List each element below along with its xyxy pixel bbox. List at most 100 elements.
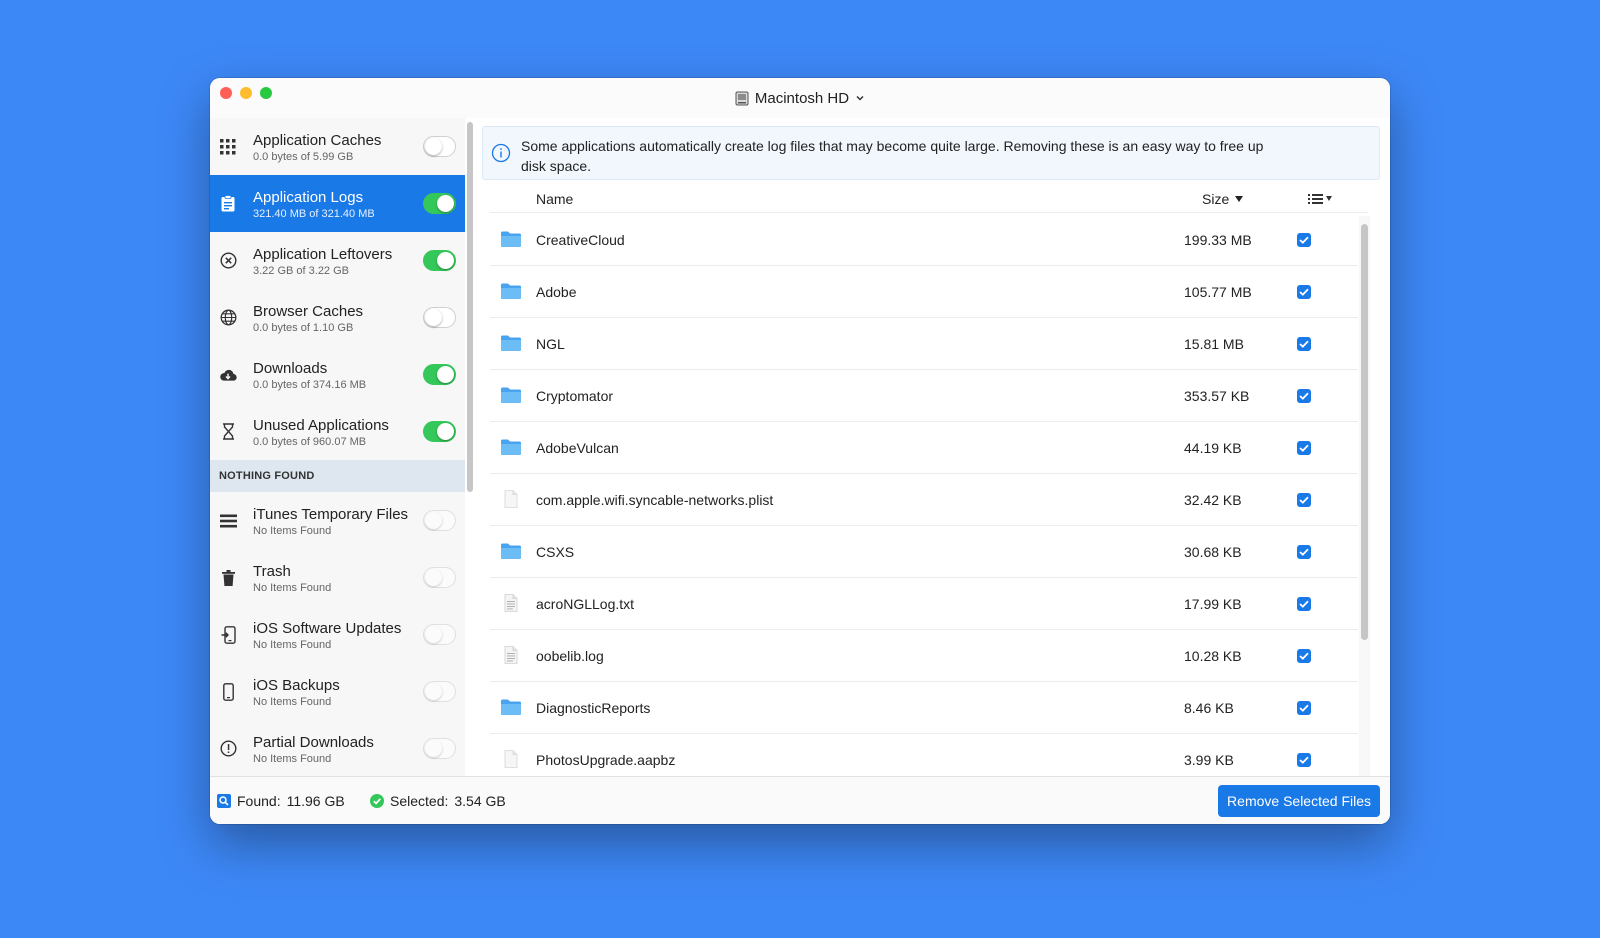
- file-checkbox[interactable]: [1297, 233, 1311, 247]
- toggle-switch[interactable]: [423, 193, 456, 214]
- file-checkbox[interactable]: [1297, 545, 1311, 559]
- sidebar-item-application-logs[interactable]: Application Logs 321.40 MB of 321.40 MB: [210, 175, 465, 232]
- file-checkbox[interactable]: [1297, 285, 1311, 299]
- table-row[interactable]: Adobe 105.77 MB: [490, 266, 1358, 318]
- table-row[interactable]: DiagnosticReports 8.46 KB: [490, 682, 1358, 734]
- clipboard-icon: [219, 195, 237, 213]
- sidebar-item-application-caches[interactable]: Application Caches 0.0 bytes of 5.99 GB: [210, 118, 465, 175]
- toggle-knob: [425, 740, 442, 757]
- table-row[interactable]: acroNGLLog.txt 17.99 KB: [490, 578, 1358, 630]
- view-options-button[interactable]: [1308, 193, 1332, 205]
- info-banner: Some applications automatically create l…: [482, 126, 1380, 180]
- document-icon: [500, 490, 522, 508]
- sidebar-item-unused-applications[interactable]: Unused Applications 0.0 bytes of 960.07 M…: [210, 403, 465, 460]
- sidebar-item-ios-backups[interactable]: iOS Backups No Items Found: [210, 663, 465, 720]
- disk-selector[interactable]: Macintosh HD: [735, 90, 865, 107]
- footer-bar: Found: 11.96 GB Selected: 3.54 GB Remove…: [210, 776, 1390, 824]
- sidebar-item-browser-caches[interactable]: Browser Caches 0.0 bytes of 1.10 GB: [210, 289, 465, 346]
- checkmark-icon: [1299, 600, 1309, 608]
- app-window: Macintosh HD Application Caches 0.0 bytes…: [210, 78, 1390, 824]
- file-name: Cryptomator: [536, 387, 614, 404]
- hourglass-icon: [219, 423, 237, 441]
- toggle-knob: [437, 195, 454, 212]
- phone-icon: [219, 682, 237, 701]
- toggle-switch: [423, 681, 456, 702]
- file-checkbox[interactable]: [1297, 597, 1311, 611]
- checkmark-icon: [1299, 444, 1309, 452]
- selected-label: Selected:: [390, 792, 449, 809]
- list-icon: [219, 512, 237, 530]
- file-size: 199.33 MB: [1184, 231, 1252, 248]
- file-name: AdobeVulcan: [536, 439, 619, 456]
- checkmark-icon: [1299, 704, 1309, 712]
- main-panel: Some applications automatically create l…: [476, 118, 1390, 786]
- checkmark-icon: [1299, 496, 1309, 504]
- toggle-switch[interactable]: [423, 364, 456, 385]
- sidebar-scrollbar[interactable]: [467, 122, 473, 492]
- file-size: 10.28 KB: [1184, 647, 1242, 664]
- file-name: acroNGLLog.txt: [536, 595, 635, 612]
- table-header: Name Size: [490, 185, 1368, 213]
- file-checkbox[interactable]: [1297, 337, 1311, 351]
- toggle-switch[interactable]: [423, 136, 456, 157]
- info-text-line1: Some applications automatically create l…: [521, 138, 1264, 154]
- file-checkbox[interactable]: [1297, 701, 1311, 715]
- text-document-icon: [500, 646, 522, 664]
- info-text: Some applications automatically create l…: [521, 136, 1263, 176]
- table-row[interactable]: oobelib.log 10.28 KB: [490, 630, 1358, 682]
- toggle-knob: [425, 569, 442, 586]
- file-checkbox[interactable]: [1297, 389, 1311, 403]
- checkmark-icon: [1299, 392, 1309, 400]
- file-name: CSXS: [536, 543, 575, 560]
- sidebar-item-application-leftovers[interactable]: Application Leftovers 3.22 GB of 3.22 GB: [210, 232, 465, 289]
- column-size-header[interactable]: Size: [1202, 190, 1244, 207]
- table-row[interactable]: com.apple.wifi.syncable-networks.plist 32…: [490, 474, 1358, 526]
- file-name: PhotosUpgrade.aapbz: [536, 751, 676, 768]
- toggle-switch: [423, 510, 456, 531]
- folder-icon: [500, 542, 522, 560]
- table-row[interactable]: AdobeVulcan 44.19 KB: [490, 422, 1358, 474]
- search-box-icon: [217, 793, 231, 808]
- table-row[interactable]: NGL 15.81 MB: [490, 318, 1358, 370]
- sidebar-item-itunes-temporary-files[interactable]: iTunes Temporary Files No Items Found: [210, 492, 465, 549]
- checkmark-icon: [1299, 548, 1309, 556]
- remove-selected-files-button[interactable]: Remove Selected Files: [1218, 785, 1380, 817]
- file-list-scrollbar[interactable]: [1361, 224, 1368, 640]
- table-row[interactable]: CreativeCloud 199.33 MB: [490, 214, 1358, 266]
- toggle-knob: [425, 683, 442, 700]
- folder-icon: [500, 334, 522, 352]
- selected-stat: Selected: 3.54 GB: [370, 793, 506, 809]
- file-checkbox[interactable]: [1297, 753, 1311, 767]
- caret-down-icon: [1326, 196, 1332, 201]
- sidebar-item-downloads[interactable]: Downloads 0.0 bytes of 374.16 MB: [210, 346, 465, 403]
- close-button[interactable]: [220, 87, 232, 99]
- toggle-switch[interactable]: [423, 421, 456, 442]
- file-size: 353.57 KB: [1184, 387, 1250, 404]
- minimize-button[interactable]: [240, 87, 252, 99]
- file-name: Adobe: [536, 283, 577, 300]
- sidebar-item-ios-software-updates[interactable]: iOS Software Updates No Items Found: [210, 606, 465, 663]
- table-row[interactable]: CSXS 30.68 KB: [490, 526, 1358, 578]
- info-icon: [491, 143, 511, 163]
- checkmark-icon: [1299, 652, 1309, 660]
- file-checkbox[interactable]: [1297, 441, 1311, 455]
- exclamation-circle-icon: [219, 740, 237, 758]
- file-size: 15.81 MB: [1184, 335, 1244, 352]
- file-size: 30.68 KB: [1184, 543, 1242, 560]
- section-header-nothing-found: NOTHING FOUND: [210, 460, 465, 492]
- globe-icon: [219, 309, 237, 327]
- file-checkbox[interactable]: [1297, 493, 1311, 507]
- sidebar-item-partial-downloads[interactable]: Partial Downloads No Items Found: [210, 720, 465, 776]
- list-view-icon: [1308, 193, 1323, 204]
- checkmark-icon: [1299, 236, 1309, 244]
- toggle-knob: [425, 309, 442, 326]
- sidebar-item-trash[interactable]: Trash No Items Found: [210, 549, 465, 606]
- checkmark-icon: [1299, 756, 1309, 764]
- column-name-header[interactable]: Name: [536, 191, 573, 207]
- file-checkbox[interactable]: [1297, 649, 1311, 663]
- column-size-label: Size: [1202, 190, 1230, 207]
- toggle-switch[interactable]: [423, 250, 456, 271]
- table-row[interactable]: Cryptomator 353.57 KB: [490, 370, 1358, 422]
- toggle-switch[interactable]: [423, 307, 456, 328]
- zoom-button[interactable]: [260, 87, 272, 99]
